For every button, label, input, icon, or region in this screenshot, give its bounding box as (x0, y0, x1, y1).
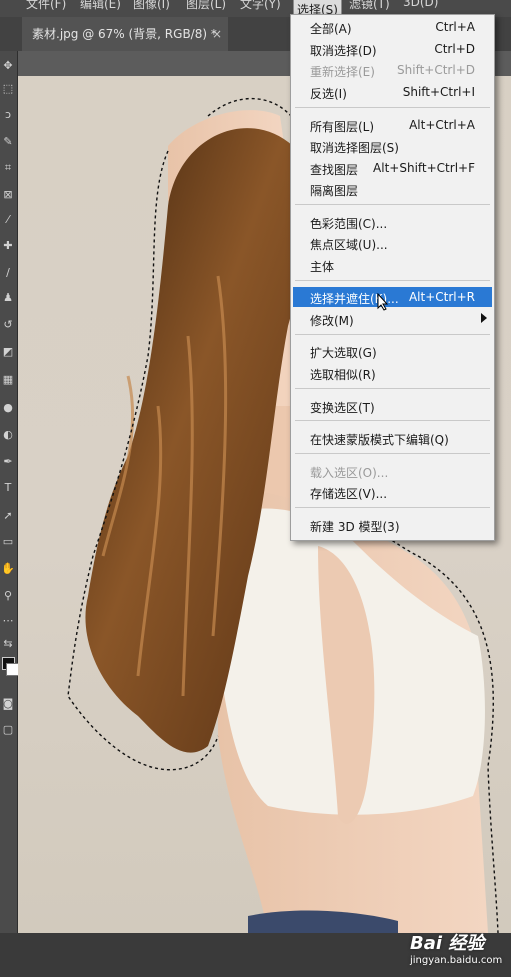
menu-item-label: 新建 3D 模型(3) (310, 520, 400, 534)
menu-item-label: 全部(A) (310, 22, 352, 36)
menu-item-label: 扩大选取(G) (310, 346, 377, 360)
menu-item-label: 所有图层(L) (310, 120, 375, 134)
rectangle-tool-icon[interactable]: ▭ (1, 535, 15, 549)
menu-item-label: 查找图层 (310, 163, 359, 177)
menu-separator (295, 507, 490, 508)
menu-item-grow[interactable]: 扩大选取(G) (291, 341, 494, 361)
frame-tool-icon[interactable]: ⊠ (1, 188, 15, 202)
menu-item-deselect-layers[interactable]: 取消选择图层(S) (291, 136, 494, 156)
menu-item-shortcut: Shift+Ctrl+I (402, 85, 475, 99)
quick-mask-icon[interactable]: ◙ (1, 697, 15, 711)
menu-item-quick-mask[interactable]: 在快速蒙版模式下编辑(Q) (291, 428, 494, 448)
menu-separator (295, 280, 490, 281)
eyedropper-tool-icon[interactable]: ⁄ (1, 213, 15, 227)
menu-type[interactable]: 文字(Y) (240, 0, 281, 12)
quick-select-tool-icon[interactable]: ✎ (1, 135, 15, 149)
menu-item-save-selection[interactable]: 存储选区(V)... (291, 482, 494, 502)
brush-tool-icon[interactable]: ∕ (1, 266, 15, 280)
marquee-tool-icon[interactable]: ⬚ (1, 82, 15, 96)
menu-item-label: 修改(M) (310, 314, 354, 328)
menu-item-color-range[interactable]: 色彩范围(C)... (291, 212, 494, 232)
menu-item-shortcut: Alt+Shift+Ctrl+F (373, 161, 475, 175)
path-select-icon[interactable]: ➚ (1, 509, 15, 523)
submenu-arrow-icon (481, 313, 487, 323)
zoom-tool-icon[interactable]: ⚲ (1, 589, 15, 603)
menu-item-all-layers[interactable]: 所有图层(L) Alt+Ctrl+A (291, 115, 494, 135)
menu-item-shortcut: Alt+Ctrl+A (409, 118, 475, 132)
menu-file[interactable]: 文件(F) (26, 0, 66, 12)
document-tab-title: 素材.jpg @ 67% (背景, RGB/8) * (32, 27, 217, 41)
menu-item-isolate-layers[interactable]: 隔离图层 (291, 179, 494, 199)
menu-item-shortcut: Shift+Ctrl+D (397, 63, 475, 77)
menu-3d[interactable]: 3D(D) (403, 0, 438, 9)
dodge-tool-icon[interactable]: ◐ (1, 428, 15, 442)
menu-separator (295, 334, 490, 335)
menu-item-label: 选取相似(R) (310, 368, 376, 382)
gradient-tool-icon[interactable]: ▦ (1, 373, 15, 387)
menu-item-label: 焦点区域(U)... (310, 238, 388, 252)
menu-item-focus-area[interactable]: 焦点区域(U)... (291, 233, 494, 253)
menu-separator (295, 388, 490, 389)
screen-mode-icon[interactable]: ▢ (1, 723, 15, 737)
healing-brush-icon[interactable]: ✚ (1, 239, 15, 253)
menu-item-transform-selection[interactable]: 变换选区(T) (291, 396, 494, 416)
menu-item-select-all[interactable]: 全部(A) Ctrl+A (291, 17, 494, 37)
crop-tool-icon[interactable]: ⌗ (1, 161, 15, 175)
pen-tool-icon[interactable]: ✒ (1, 455, 15, 469)
watermark: Bai 经验 jingyan.baidu.com (410, 929, 511, 977)
menu-item-label: 隔离图层 (310, 184, 359, 198)
watermark-url: jingyan.baidu.com (410, 955, 503, 966)
menu-item-label: 载入选区(O)... (310, 466, 389, 480)
menu-item-label: 存储选区(V)... (310, 487, 388, 501)
menu-item-subject[interactable]: 主体 (291, 255, 494, 275)
menu-item-label: 变换选区(T) (310, 401, 375, 415)
menu-item-inverse[interactable]: 反选(I) Shift+Ctrl+I (291, 82, 494, 102)
move-tool-icon[interactable]: ✥ (1, 59, 15, 73)
menu-image[interactable]: 图像(I) (133, 0, 170, 12)
menu-separator (295, 453, 490, 454)
menu-item-select-and-mask[interactable]: 选择并遮住(K)... Alt+Ctrl+R (293, 287, 492, 311)
menu-item-new-3d-model[interactable]: 新建 3D 模型(3) (291, 515, 494, 535)
type-tool-icon[interactable]: T (1, 481, 15, 495)
close-icon[interactable]: × (212, 17, 222, 51)
menu-item-label: 色彩范围(C)... (310, 217, 388, 231)
menu-filter[interactable]: 滤镜(T) (349, 0, 390, 12)
swap-colors-icon[interactable]: ⇆ (1, 637, 15, 651)
clone-stamp-icon[interactable]: ♟ (1, 291, 15, 305)
menu-separator (295, 420, 490, 421)
menu-item-label: 取消选择图层(S) (310, 141, 399, 155)
menu-item-label: 主体 (310, 260, 335, 274)
menu-item-shortcut: Ctrl+D (434, 42, 475, 56)
history-brush-icon[interactable]: ↺ (1, 318, 15, 332)
menu-separator (295, 107, 490, 108)
menu-item-label: 反选(I) (310, 87, 347, 101)
menu-separator (295, 204, 490, 205)
document-tab[interactable]: 素材.jpg @ 67% (背景, RGB/8) * × (22, 17, 228, 51)
menu-item-label: 在快速蒙版模式下编辑(Q) (310, 433, 449, 447)
menu-item-similar[interactable]: 选取相似(R) (291, 363, 494, 383)
more-tools-icon[interactable]: ⋯ (1, 614, 15, 628)
menu-item-deselect[interactable]: 取消选择(D) Ctrl+D (291, 39, 494, 59)
menu-item-label: 重新选择(E) (310, 65, 375, 79)
menu-item-modify[interactable]: 修改(M) (291, 309, 494, 329)
menu-edit[interactable]: 编辑(E) (80, 0, 121, 12)
select-menu-dropdown: 全部(A) Ctrl+A 取消选择(D) Ctrl+D 重新选择(E) Shif… (290, 14, 495, 541)
menu-item-label: 取消选择(D) (310, 44, 377, 58)
menu-item-load-selection[interactable]: 载入选区(O)... (291, 461, 494, 481)
menu-layer[interactable]: 图层(L) (186, 0, 226, 12)
blur-tool-icon[interactable]: ● (1, 401, 15, 415)
menu-item-find-layers[interactable]: 查找图层 Alt+Shift+Ctrl+F (291, 158, 494, 178)
menu-item-shortcut: Alt+Ctrl+R (408, 290, 475, 304)
eraser-tool-icon[interactable]: ◩ (1, 345, 15, 359)
lasso-tool-icon[interactable]: ↄ (1, 108, 15, 122)
tools-panel: ✥ ⬚ ↄ ✎ ⌗ ⊠ ⁄ ✚ ∕ ♟ ↺ ◩ ▦ ● ◐ ✒ T ➚ ▭ ✋ … (0, 51, 19, 933)
hand-tool-icon[interactable]: ✋ (1, 562, 15, 576)
menu-item-reselect[interactable]: 重新选择(E) Shift+Ctrl+D (291, 60, 494, 80)
menu-item-shortcut: Ctrl+A (435, 20, 475, 34)
